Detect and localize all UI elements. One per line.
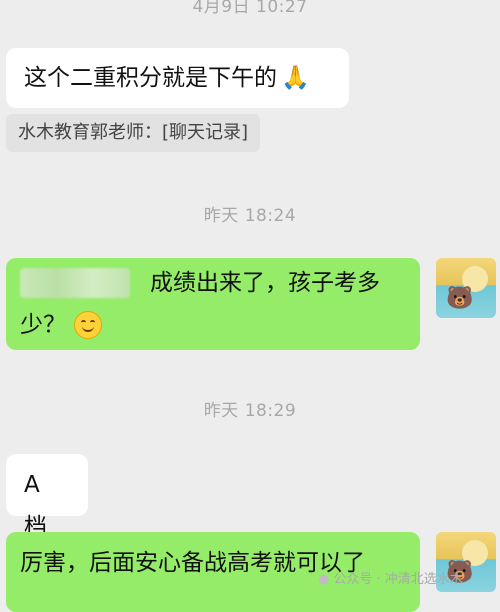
message-text-line2: 少？ <box>20 312 66 338</box>
watermark: ● 公众号 · 冲清北选水木 <box>318 568 463 587</box>
redacted-name <box>20 268 130 298</box>
watermark-text: 公众号 · 冲清北选水木 <box>333 572 463 587</box>
message-text: A 档 <box>24 472 47 540</box>
quote-text: 水木教育郭老师：[聊天记录] <box>18 122 249 143</box>
avatar-figure-icon: 🐻 <box>446 286 474 311</box>
message-text: 厉害，后面安心备战高考就可以了 <box>20 550 365 576</box>
wechat-icon: ● <box>318 572 330 587</box>
avatar[interactable]: 🐻 <box>436 258 496 318</box>
quoted-chat-record[interactable]: 水木教育郭老师：[聊天记录] <box>6 114 261 152</box>
timestamp-1829: 昨天 18:29 <box>203 401 297 421</box>
incoming-message-bubble[interactable]: 这个二重积分就是下午的 🙏 <box>6 48 349 108</box>
outgoing-message-bubble[interactable]: 成绩出来了，孩子考多 少？ <box>6 258 420 350</box>
praying-hands-icon: 🙏 <box>281 65 310 91</box>
message-text-line1: 成绩出来了，孩子考多 <box>150 270 380 296</box>
smile-emoji-icon <box>74 311 102 339</box>
timestamp-top: 4月9日 10:27 <box>192 0 308 17</box>
message-text: 这个二重积分就是下午的 <box>24 65 277 91</box>
incoming-message-bubble[interactable]: A 档 <box>6 454 88 540</box>
timestamp-1824: 昨天 18:24 <box>203 206 297 226</box>
